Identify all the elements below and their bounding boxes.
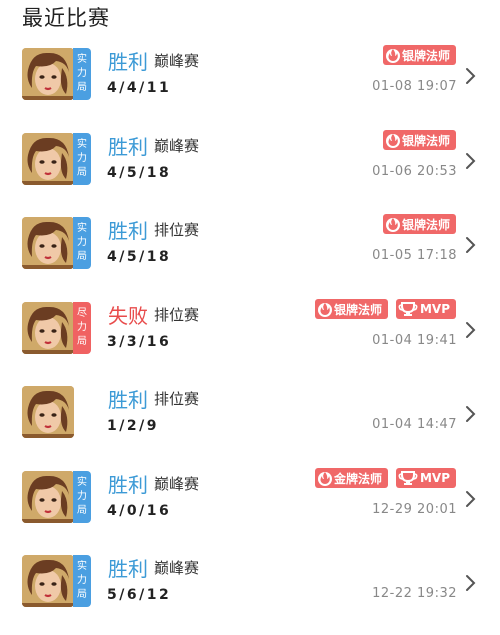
- performance-badge: 实力局: [73, 471, 91, 523]
- match-mode: 巅峰赛: [154, 52, 200, 70]
- match-result: 胜利: [108, 219, 148, 243]
- tag-label: 银牌法师: [401, 133, 450, 148]
- badge-char: 尽: [77, 308, 87, 319]
- achievement-tags: 银牌法师: [382, 45, 456, 65]
- match-result: 胜利: [108, 50, 148, 74]
- badge-char: 力: [77, 68, 87, 79]
- match-row[interactable]: 实力局胜利 巅峰赛 4/5/18 银牌法师 01-06 20:53: [0, 130, 500, 213]
- match-mode: 巅峰赛: [154, 475, 200, 493]
- badge-char: 局: [77, 589, 87, 600]
- badge-char: 局: [77, 505, 87, 516]
- badge-char: 力: [77, 575, 87, 586]
- achievement-tags: 银牌法师 MVP: [314, 299, 456, 319]
- hero-avatar: [22, 302, 74, 354]
- title-badge: 银牌法师: [314, 299, 388, 319]
- tag-label: MVP: [419, 302, 450, 316]
- badge-char: 力: [77, 491, 87, 502]
- hero-avatar: [22, 555, 74, 607]
- tag-label: MVP: [419, 471, 450, 485]
- chevron-right-icon[interactable]: [462, 66, 478, 86]
- title-badge: 金牌法师: [314, 468, 388, 488]
- badge-char: 实: [77, 223, 87, 234]
- match-row[interactable]: 实力局胜利 巅峰赛 4/0/16 金牌法师 MVP 12-29 20:01: [0, 468, 500, 551]
- match-result: 胜利: [108, 473, 148, 497]
- badge-char: 局: [77, 251, 87, 262]
- match-result: 胜利: [108, 557, 148, 581]
- match-row[interactable]: 胜利 排位赛 1/2/9 01-04 14:47: [0, 386, 500, 466]
- match-kda: 5/6/12: [107, 587, 172, 603]
- match-kda: 1/2/9: [107, 418, 159, 434]
- badge-char: 力: [77, 153, 87, 164]
- match-mode: 排位赛: [154, 390, 200, 408]
- hero-avatar: [22, 386, 74, 438]
- badge-char: 实: [77, 139, 87, 150]
- tag-label: 银牌法师: [401, 217, 450, 232]
- match-row[interactable]: 实力局胜利 巅峰赛 5/6/12 12-22 19:32: [0, 555, 500, 635]
- achievement-tags: 银牌法师: [382, 214, 456, 234]
- tag-label: 金牌法师: [333, 471, 382, 486]
- match-kda: 3/3/16: [107, 334, 172, 350]
- match-time: 01-06 20:53: [372, 164, 457, 179]
- match-time: 12-29 20:01: [372, 502, 457, 517]
- hero-avatar: [22, 471, 74, 523]
- badge-char: 局: [77, 82, 87, 93]
- performance-badge: 实力局: [73, 133, 91, 185]
- performance-badge: 实力局: [73, 555, 91, 607]
- hero-avatar: [22, 133, 74, 185]
- hero-avatar: [22, 48, 74, 100]
- chevron-right-icon[interactable]: [462, 404, 478, 424]
- match-kda: 4/0/16: [107, 503, 172, 519]
- chevron-right-icon[interactable]: [462, 320, 478, 340]
- badge-char: 实: [77, 477, 87, 488]
- badge-char: 实: [77, 54, 87, 65]
- match-mode: 巅峰赛: [154, 559, 200, 577]
- badge-char: 局: [77, 167, 87, 178]
- performance-badge: 实力局: [73, 48, 91, 100]
- match-kda: 4/5/18: [107, 165, 172, 181]
- title-badge: 银牌法师: [382, 130, 456, 150]
- match-time: 01-04 14:47: [372, 417, 457, 432]
- match-time: 12-22 19:32: [372, 586, 457, 601]
- match-kda: 4/5/18: [107, 249, 172, 265]
- match-time: 01-08 19:07: [372, 79, 457, 94]
- match-mode: 巅峰赛: [154, 137, 200, 155]
- chevron-right-icon[interactable]: [462, 573, 478, 593]
- chevron-right-icon[interactable]: [462, 235, 478, 255]
- hero-avatar: [22, 217, 74, 269]
- performance-badge: 实力局: [73, 217, 91, 269]
- performance-badge: 尽力局: [73, 302, 91, 354]
- tag-label: 银牌法师: [401, 48, 450, 63]
- badge-char: 实: [77, 561, 87, 572]
- badge-char: 力: [77, 237, 87, 248]
- match-time: 01-04 19:41: [372, 333, 457, 348]
- tag-label: 银牌法师: [333, 302, 382, 317]
- badge-char: 局: [77, 336, 87, 347]
- mvp-badge: MVP: [395, 299, 456, 319]
- match-row[interactable]: 尽力局失败 排位赛 3/3/16 银牌法师 MVP 01-04 19:41: [0, 299, 500, 382]
- match-mode: 排位赛: [154, 306, 200, 324]
- badge-char: 力: [77, 322, 87, 333]
- achievement-tags: 金牌法师 MVP: [314, 468, 456, 488]
- title-badge: 银牌法师: [382, 214, 456, 234]
- match-row[interactable]: 实力局胜利 巅峰赛 4/4/11 银牌法师 01-08 19:07: [0, 45, 500, 128]
- mvp-badge: MVP: [395, 468, 456, 488]
- page-title: 最近比赛: [22, 6, 110, 30]
- match-result: 失败: [108, 304, 148, 328]
- match-result: 胜利: [108, 388, 148, 412]
- match-row[interactable]: 实力局胜利 排位赛 4/5/18 银牌法师 01-05 17:18: [0, 214, 500, 297]
- chevron-right-icon[interactable]: [462, 151, 478, 171]
- match-kda: 4/4/11: [107, 80, 172, 96]
- title-badge: 银牌法师: [382, 45, 456, 65]
- achievement-tags: 银牌法师: [382, 130, 456, 150]
- chevron-right-icon[interactable]: [462, 489, 478, 509]
- match-result: 胜利: [108, 135, 148, 159]
- match-time: 01-05 17:18: [372, 248, 457, 263]
- match-mode: 排位赛: [154, 221, 200, 239]
